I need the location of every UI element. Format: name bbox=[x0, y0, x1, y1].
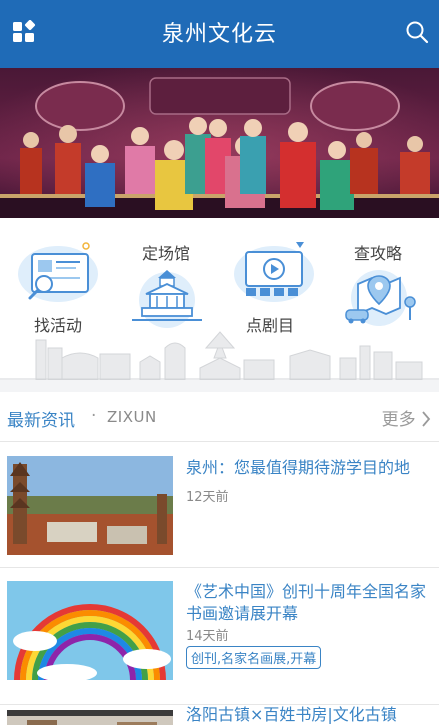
news-item[interactable]: 《艺术中国》创刊十周年全国名家书画邀请展开幕 14天前 创刊,名家名画展,开幕 bbox=[0, 569, 439, 705]
quick-nav-label: 定场馆 bbox=[142, 244, 191, 263]
news-header: 最新资讯 · ZIXUN 更多 bbox=[0, 392, 439, 442]
quick-nav-find-activity[interactable]: 找活动 bbox=[8, 226, 108, 335]
chevron-right-icon bbox=[422, 411, 431, 427]
news-title: 《艺术中国》创刊十周年全国名家书画邀请展开幕 bbox=[186, 582, 427, 623]
quick-nav-pick-program[interactable]: 点剧目 bbox=[224, 226, 324, 335]
more-link[interactable]: 更多 bbox=[382, 405, 431, 430]
app-screen: 泉州文化云 找活动 定场馆 点剧目 查攻略 最新资讯 · ZIXUN 更多 泉州… bbox=[0, 0, 439, 725]
news-thumbnail bbox=[7, 581, 173, 680]
news-time: 14天前 bbox=[186, 629, 229, 644]
quick-nav-book-venue[interactable]: 定场馆 bbox=[116, 226, 216, 331]
news-section-subtitle: ZIXUN bbox=[107, 408, 157, 426]
news-thumbnail bbox=[7, 710, 173, 725]
news-item[interactable]: 泉州：您最值得期待游学目的地 12天前 bbox=[0, 444, 439, 568]
quick-nav-label: 查攻略 bbox=[354, 244, 403, 263]
quick-nav-check-guide[interactable]: 查攻略 bbox=[328, 226, 428, 331]
news-tag-badge: 创刊,名家名画展,开幕 bbox=[186, 646, 322, 669]
quick-nav: 找活动 定场馆 点剧目 查攻略 bbox=[0, 218, 439, 380]
news-thumbnail bbox=[7, 456, 173, 555]
activity-screen-icon bbox=[18, 242, 98, 302]
news-title: 泉州：您最值得期待游学目的地 bbox=[186, 458, 411, 477]
news-item[interactable]: 洛阳古镇×百姓书房|文化古镇 bbox=[0, 705, 439, 725]
city-skyline-decoration bbox=[0, 331, 439, 380]
more-label: 更多 bbox=[381, 410, 416, 430]
news-time: 12天前 bbox=[186, 490, 229, 505]
title-separator: · bbox=[91, 406, 97, 426]
news-title: 洛阳古镇×百姓书房|文化古镇 bbox=[186, 705, 397, 724]
play-video-icon bbox=[234, 242, 314, 302]
banner-image[interactable] bbox=[0, 68, 439, 218]
app-title: 泉州文化云 bbox=[161, 22, 277, 47]
news-section: 最新资讯 · ZIXUN 更多 泉州：您最值得期待游学目的地 12天前 《艺术中… bbox=[0, 392, 439, 725]
news-section-title: 最新资讯 bbox=[7, 411, 75, 431]
search-icon[interactable] bbox=[405, 20, 429, 44]
top-bar: 泉州文化云 bbox=[0, 0, 439, 68]
